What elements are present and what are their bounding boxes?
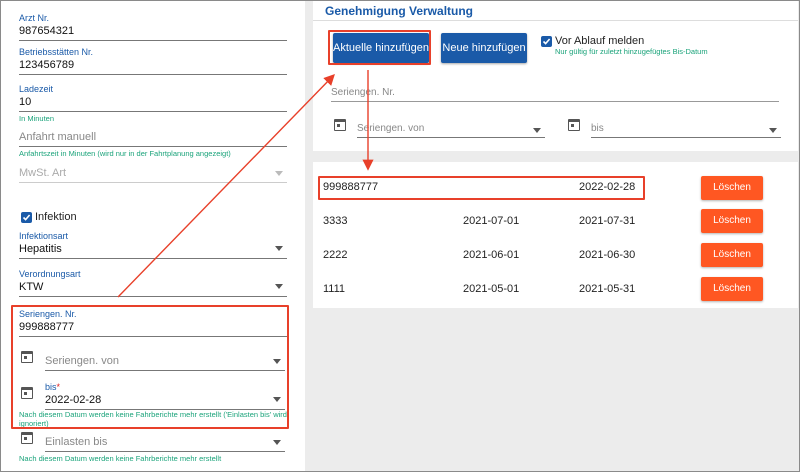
annotation-arrows — [117, 70, 374, 298]
arrow-to-button — [117, 73, 335, 298]
